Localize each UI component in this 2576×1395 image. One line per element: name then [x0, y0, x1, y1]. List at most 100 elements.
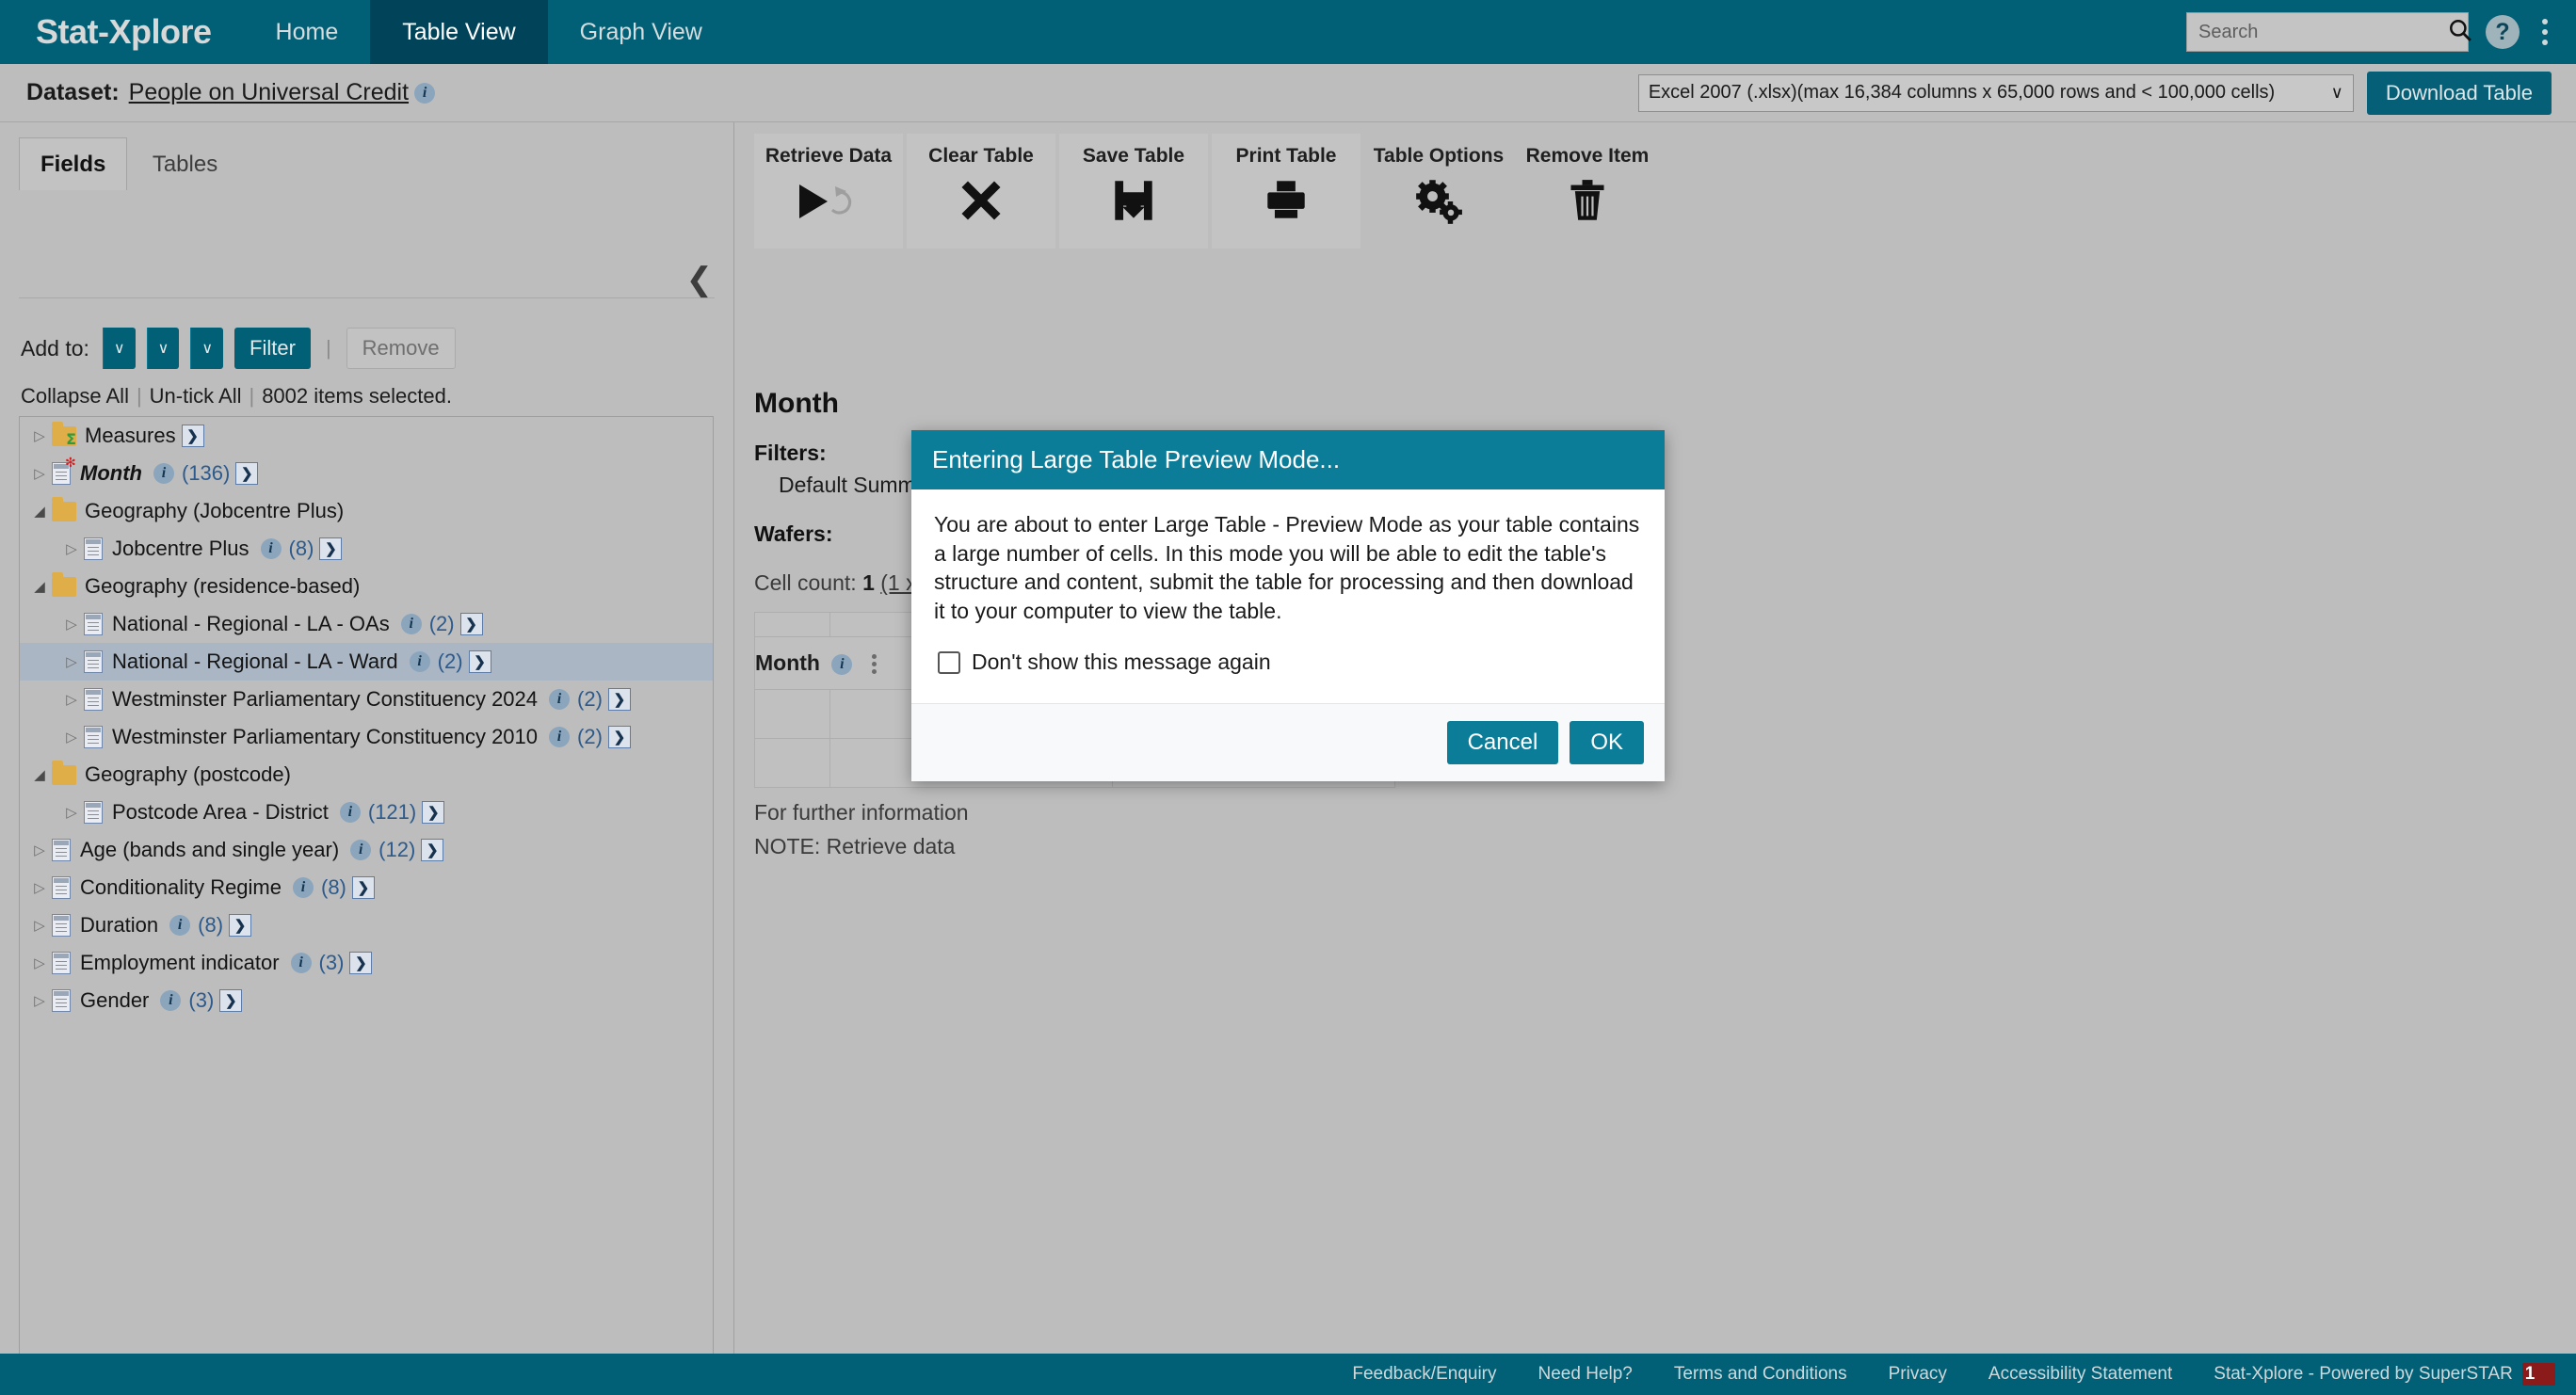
- open-field-icon[interactable]: ❯: [235, 462, 259, 485]
- table-options-button[interactable]: Table Options: [1364, 134, 1513, 249]
- tree-item[interactable]: ▷ Gender i (3) ❯: [20, 982, 713, 1019]
- dataset-name-link[interactable]: People on Universal Credit: [129, 79, 409, 106]
- twisty-closed-icon[interactable]: ▷: [59, 729, 84, 746]
- more-options-icon[interactable]: [2536, 13, 2553, 51]
- twisty-closed-icon[interactable]: ▷: [27, 842, 52, 858]
- twisty-closed-icon[interactable]: ▷: [27, 917, 52, 934]
- nav-tab-graph-view[interactable]: Graph View: [548, 0, 734, 64]
- collapse-panel-icon[interactable]: ❮: [686, 264, 714, 296]
- ok-button[interactable]: OK: [1570, 721, 1644, 765]
- info-icon[interactable]: i: [409, 651, 430, 672]
- info-icon[interactable]: i: [831, 653, 853, 675]
- twisty-closed-icon[interactable]: ▷: [59, 540, 84, 557]
- info-icon[interactable]: i: [350, 840, 372, 860]
- info-icon[interactable]: i: [290, 953, 312, 973]
- tab-tables[interactable]: Tables: [132, 138, 238, 191]
- open-field-icon[interactable]: ❯: [607, 688, 631, 711]
- open-field-icon[interactable]: ❯: [229, 914, 252, 937]
- twisty-closed-icon[interactable]: ▷: [27, 465, 52, 482]
- tree-item[interactable]: ▷ Conditionality Regime i (8) ❯: [20, 869, 713, 906]
- info-icon[interactable]: i: [549, 689, 571, 710]
- save-table-button[interactable]: Save Table: [1059, 134, 1208, 249]
- footer-link-accessibility[interactable]: Accessibility Statement: [1988, 1364, 2172, 1385]
- tree-item[interactable]: ◢ Geography (residence-based): [20, 568, 713, 605]
- info-icon[interactable]: i: [169, 915, 191, 936]
- search-box[interactable]: [2186, 12, 2472, 52]
- info-icon[interactable]: i: [160, 990, 182, 1011]
- tree-item[interactable]: ▷ Postcode Area - District i (121) ❯: [20, 794, 713, 831]
- download-table-button[interactable]: Download Table: [2366, 71, 2552, 115]
- footer-link-privacy[interactable]: Privacy: [1889, 1364, 1947, 1385]
- open-field-icon[interactable]: ❯: [181, 425, 204, 447]
- footer-link-feedback[interactable]: Feedback/Enquiry: [1352, 1364, 1496, 1385]
- twisty-open-icon[interactable]: ◢: [27, 503, 52, 520]
- checkbox-box-icon[interactable]: [938, 650, 960, 674]
- twisty-closed-icon[interactable]: ▷: [27, 954, 52, 971]
- chevron-down-icon[interactable]: ∨: [102, 328, 136, 369]
- nav-tab-table-view[interactable]: Table View: [370, 0, 548, 64]
- tree-item[interactable]: ◢ Geography (postcode): [20, 756, 713, 794]
- tree-item[interactable]: ▷ Westminster Parliamentary Constituency …: [20, 681, 713, 718]
- info-icon[interactable]: i: [260, 538, 282, 559]
- tree-item[interactable]: ▷ National - Regional - LA - OAs i (2) ❯: [20, 605, 713, 643]
- twisty-closed-icon[interactable]: ▷: [27, 427, 52, 444]
- twisty-closed-icon[interactable]: ▷: [59, 691, 84, 708]
- help-icon[interactable]: ?: [2486, 15, 2520, 49]
- remove-item-button[interactable]: Remove Item: [1513, 134, 1662, 249]
- add-to-wafer-button[interactable]: Wafer ∨: [190, 328, 826, 1395]
- tree-item[interactable]: ▷ ✻ Month i (136) ❯: [20, 455, 713, 492]
- tree-item[interactable]: ▷ Σ Measures ❯: [20, 417, 713, 455]
- retrieve-data-button[interactable]: Retrieve Data: [754, 134, 903, 249]
- open-field-icon[interactable]: ❯: [422, 801, 445, 824]
- cancel-button[interactable]: Cancel: [1446, 721, 1559, 765]
- untick-all-link[interactable]: Un-tick All: [150, 384, 242, 409]
- info-icon[interactable]: i: [400, 614, 422, 634]
- open-field-icon[interactable]: ❯: [468, 650, 491, 673]
- search-input[interactable]: [2198, 21, 2448, 43]
- print-table-button[interactable]: Print Table: [1212, 134, 1360, 249]
- open-field-icon[interactable]: ❯: [607, 726, 631, 748]
- open-field-icon[interactable]: ❯: [351, 876, 375, 899]
- chevron-down-icon[interactable]: ∨: [190, 328, 224, 369]
- tree-item[interactable]: ▷ Duration i (8) ❯: [20, 906, 713, 944]
- twisty-closed-icon[interactable]: ▷: [27, 992, 52, 1009]
- clear-table-button[interactable]: Clear Table: [907, 134, 1055, 249]
- search-icon[interactable]: [2448, 18, 2472, 47]
- column-menu-icon[interactable]: [871, 654, 877, 675]
- footer-link-need-help[interactable]: Need Help?: [1538, 1364, 1633, 1385]
- info-icon[interactable]: i: [339, 802, 361, 823]
- footer-link-terms[interactable]: Terms and Conditions: [1674, 1364, 1847, 1385]
- tree-item[interactable]: ▷ Age (bands and single year) i (12) ❯: [20, 831, 713, 869]
- open-field-icon[interactable]: ❯: [219, 989, 243, 1012]
- twisty-closed-icon[interactable]: ▷: [59, 653, 84, 670]
- info-icon[interactable]: i: [293, 877, 314, 898]
- add-to-row-button[interactable]: Row ∨: [102, 328, 813, 1395]
- chevron-down-icon[interactable]: ∨: [146, 328, 180, 369]
- open-field-icon[interactable]: ❯: [421, 839, 444, 861]
- add-to-column-button[interactable]: Column ∨: [146, 328, 843, 1395]
- info-icon[interactable]: i: [414, 82, 436, 104]
- tree-item[interactable]: ▷ Westminster Parliamentary Constituency …: [20, 718, 713, 756]
- twisty-open-icon[interactable]: ◢: [27, 578, 52, 595]
- info-icon[interactable]: i: [153, 463, 174, 484]
- info-icon[interactable]: i: [549, 727, 571, 747]
- nav-tab-home[interactable]: Home: [244, 0, 371, 64]
- twisty-closed-icon[interactable]: ▷: [59, 804, 84, 821]
- tree-item[interactable]: ◢ Geography (Jobcentre Plus): [20, 492, 713, 530]
- remove-button[interactable]: Remove: [346, 328, 456, 369]
- add-to-filter-button[interactable]: Filter: [234, 328, 311, 369]
- open-field-icon[interactable]: ❯: [349, 952, 373, 974]
- tree-item[interactable]: ▷ Jobcentre Plus i (8) ❯: [20, 530, 713, 568]
- twisty-open-icon[interactable]: ◢: [27, 766, 52, 783]
- tree-item[interactable]: ▷ Employment indicator i (3) ❯: [20, 944, 713, 982]
- twisty-closed-icon[interactable]: ▷: [27, 879, 52, 896]
- download-format-select[interactable]: Excel 2007 (.xlsx)(max 16,384 columns x …: [1637, 73, 2354, 112]
- open-field-icon[interactable]: ❯: [459, 613, 483, 635]
- tree-item[interactable]: ▷ National - Regional - LA - Ward i (2) ❯: [20, 643, 713, 681]
- open-field-icon[interactable]: ❯: [319, 537, 343, 560]
- field-tree[interactable]: ▷ Σ Measures ❯ ▷ ✻ Month i (136) ❯ ◢ Geography (Job…: [19, 416, 714, 1384]
- dont-show-again-checkbox[interactable]: Don't show this message again: [938, 649, 1642, 675]
- tab-fields[interactable]: Fields: [19, 137, 128, 190]
- collapse-all-link[interactable]: Collapse All: [21, 384, 129, 409]
- twisty-closed-icon[interactable]: ▷: [59, 616, 84, 633]
